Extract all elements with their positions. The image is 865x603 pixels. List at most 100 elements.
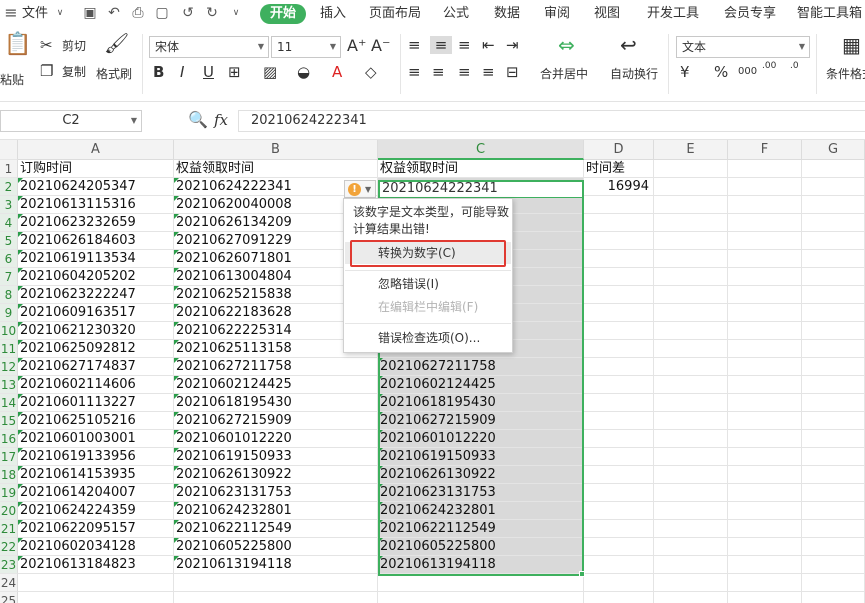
row-header-13[interactable]: 13 <box>0 376 18 394</box>
cell-e10[interactable] <box>654 322 728 340</box>
cell-d1[interactable]: 时间差 <box>584 160 654 178</box>
cell-f1[interactable] <box>728 160 802 178</box>
conditional-format-button[interactable]: 条件格式 <box>826 66 865 82</box>
cell-d2[interactable]: 16994 <box>584 178 654 196</box>
tab-smart-toolbox[interactable]: 智能工具箱 <box>797 0 862 28</box>
paste-button[interactable]: 粘贴 <box>0 72 24 88</box>
cell-e11[interactable] <box>654 340 728 358</box>
font-grow-icon[interactable]: A⁺ <box>347 37 366 55</box>
cell-d4[interactable] <box>584 214 654 232</box>
cell-f9[interactable] <box>728 304 802 322</box>
align-left-icon[interactable]: ≡ <box>408 63 421 81</box>
cell-b1[interactable]: 权益领取时间 <box>174 160 378 178</box>
cell-d8[interactable] <box>584 286 654 304</box>
column-header-a[interactable]: A <box>18 140 174 160</box>
paste-icon[interactable]: 📋 <box>4 34 31 56</box>
cell-f23[interactable] <box>728 556 802 574</box>
cell-a10[interactable]: 20210621230320 <box>18 322 174 340</box>
cell-f10[interactable] <box>728 322 802 340</box>
cell-e3[interactable] <box>654 196 728 214</box>
cell-e23[interactable] <box>654 556 728 574</box>
cell-e1[interactable] <box>654 160 728 178</box>
cell-e12[interactable] <box>654 358 728 376</box>
cell-d9[interactable] <box>584 304 654 322</box>
cell-e14[interactable] <box>654 394 728 412</box>
cell-e24[interactable] <box>654 574 728 592</box>
cell-g22[interactable] <box>802 538 865 556</box>
cell-d3[interactable] <box>584 196 654 214</box>
cell-e18[interactable] <box>654 466 728 484</box>
cell-d6[interactable] <box>584 250 654 268</box>
thousands-icon[interactable]: 000 <box>738 63 757 81</box>
cell-f16[interactable] <box>728 430 802 448</box>
cell-f13[interactable] <box>728 376 802 394</box>
cell-g1[interactable] <box>802 160 865 178</box>
row-header-23[interactable]: 23 <box>0 556 18 574</box>
distribute-icon[interactable]: ⊟ <box>506 63 519 81</box>
indent-decrease-icon[interactable]: ⇤ <box>482 36 495 54</box>
cell-d10[interactable] <box>584 322 654 340</box>
menu-icon[interactable]: ≡ <box>4 5 18 21</box>
cell-g7[interactable] <box>802 268 865 286</box>
row-header-8[interactable]: 8 <box>0 286 18 304</box>
cell-e8[interactable] <box>654 286 728 304</box>
font-shrink-icon[interactable]: A⁻ <box>371 37 390 55</box>
cell-a4[interactable]: 20210623232659 <box>18 214 174 232</box>
cell-g23[interactable] <box>802 556 865 574</box>
cell-c16[interactable]: 20210601012220 <box>378 430 584 448</box>
cell-a17[interactable]: 20210619133956 <box>18 448 174 466</box>
conditional-format-icon[interactable]: ▦ <box>842 35 861 55</box>
column-header-e[interactable]: E <box>654 140 728 160</box>
cell-b19[interactable]: 20210623131753 <box>174 484 378 502</box>
row-header-4[interactable]: 4 <box>0 214 18 232</box>
row-header-24[interactable]: 24 <box>0 574 18 592</box>
cell-c21[interactable]: 20210622112549 <box>378 520 584 538</box>
cell-a1[interactable]: 订购时间 <box>18 160 174 178</box>
cell-g16[interactable] <box>802 430 865 448</box>
cell-e9[interactable] <box>654 304 728 322</box>
cell-a22[interactable]: 20210602034128 <box>18 538 174 556</box>
cell-e4[interactable] <box>654 214 728 232</box>
tab-member[interactable]: 会员专享 <box>724 0 776 28</box>
cell-f21[interactable] <box>728 520 802 538</box>
column-header-g[interactable]: G <box>802 140 865 160</box>
error-check-options-item[interactable]: 错误检查选项(O)... <box>345 327 511 349</box>
row-header-3[interactable]: 3 <box>0 196 18 214</box>
cell-d19[interactable] <box>584 484 654 502</box>
cell-a8[interactable]: 20210623222247 <box>18 286 174 304</box>
name-box[interactable]: C2 ▼ <box>0 110 142 132</box>
cell-g14[interactable] <box>802 394 865 412</box>
column-header-f[interactable]: F <box>728 140 802 160</box>
cell-g24[interactable] <box>802 574 865 592</box>
cell-d24[interactable] <box>584 574 654 592</box>
cell-g15[interactable] <box>802 412 865 430</box>
cell-g8[interactable] <box>802 286 865 304</box>
fill-color-icon[interactable]: ◒ <box>297 63 310 81</box>
cell-d21[interactable] <box>584 520 654 538</box>
cell-b18[interactable]: 20210626130922 <box>174 466 378 484</box>
cell-c15[interactable]: 20210627215909 <box>378 412 584 430</box>
align-right-icon[interactable]: ≡ <box>458 63 471 81</box>
redo-icon[interactable]: ↻ <box>204 5 220 21</box>
row-header-12[interactable]: 12 <box>0 358 18 376</box>
cell-g18[interactable] <box>802 466 865 484</box>
cell-f15[interactable] <box>728 412 802 430</box>
row-header-19[interactable]: 19 <box>0 484 18 502</box>
cell-f8[interactable] <box>728 286 802 304</box>
tab-formulas[interactable]: 公式 <box>443 0 469 28</box>
cell-f18[interactable] <box>728 466 802 484</box>
cell-g11[interactable] <box>802 340 865 358</box>
indent-increase-icon[interactable]: ⇥ <box>506 36 519 54</box>
cell-e13[interactable] <box>654 376 728 394</box>
cell-f22[interactable] <box>728 538 802 556</box>
file-menu[interactable]: 文件 <box>22 0 48 28</box>
row-header-7[interactable]: 7 <box>0 268 18 286</box>
cell-f24[interactable] <box>728 574 802 592</box>
justify-icon[interactable]: ≡ <box>482 63 495 81</box>
row-header-9[interactable]: 9 <box>0 304 18 322</box>
cell-e20[interactable] <box>654 502 728 520</box>
cell-g13[interactable] <box>802 376 865 394</box>
cell-a7[interactable]: 20210604205202 <box>18 268 174 286</box>
row-header-16[interactable]: 16 <box>0 430 18 448</box>
cell-a18[interactable]: 20210614153935 <box>18 466 174 484</box>
